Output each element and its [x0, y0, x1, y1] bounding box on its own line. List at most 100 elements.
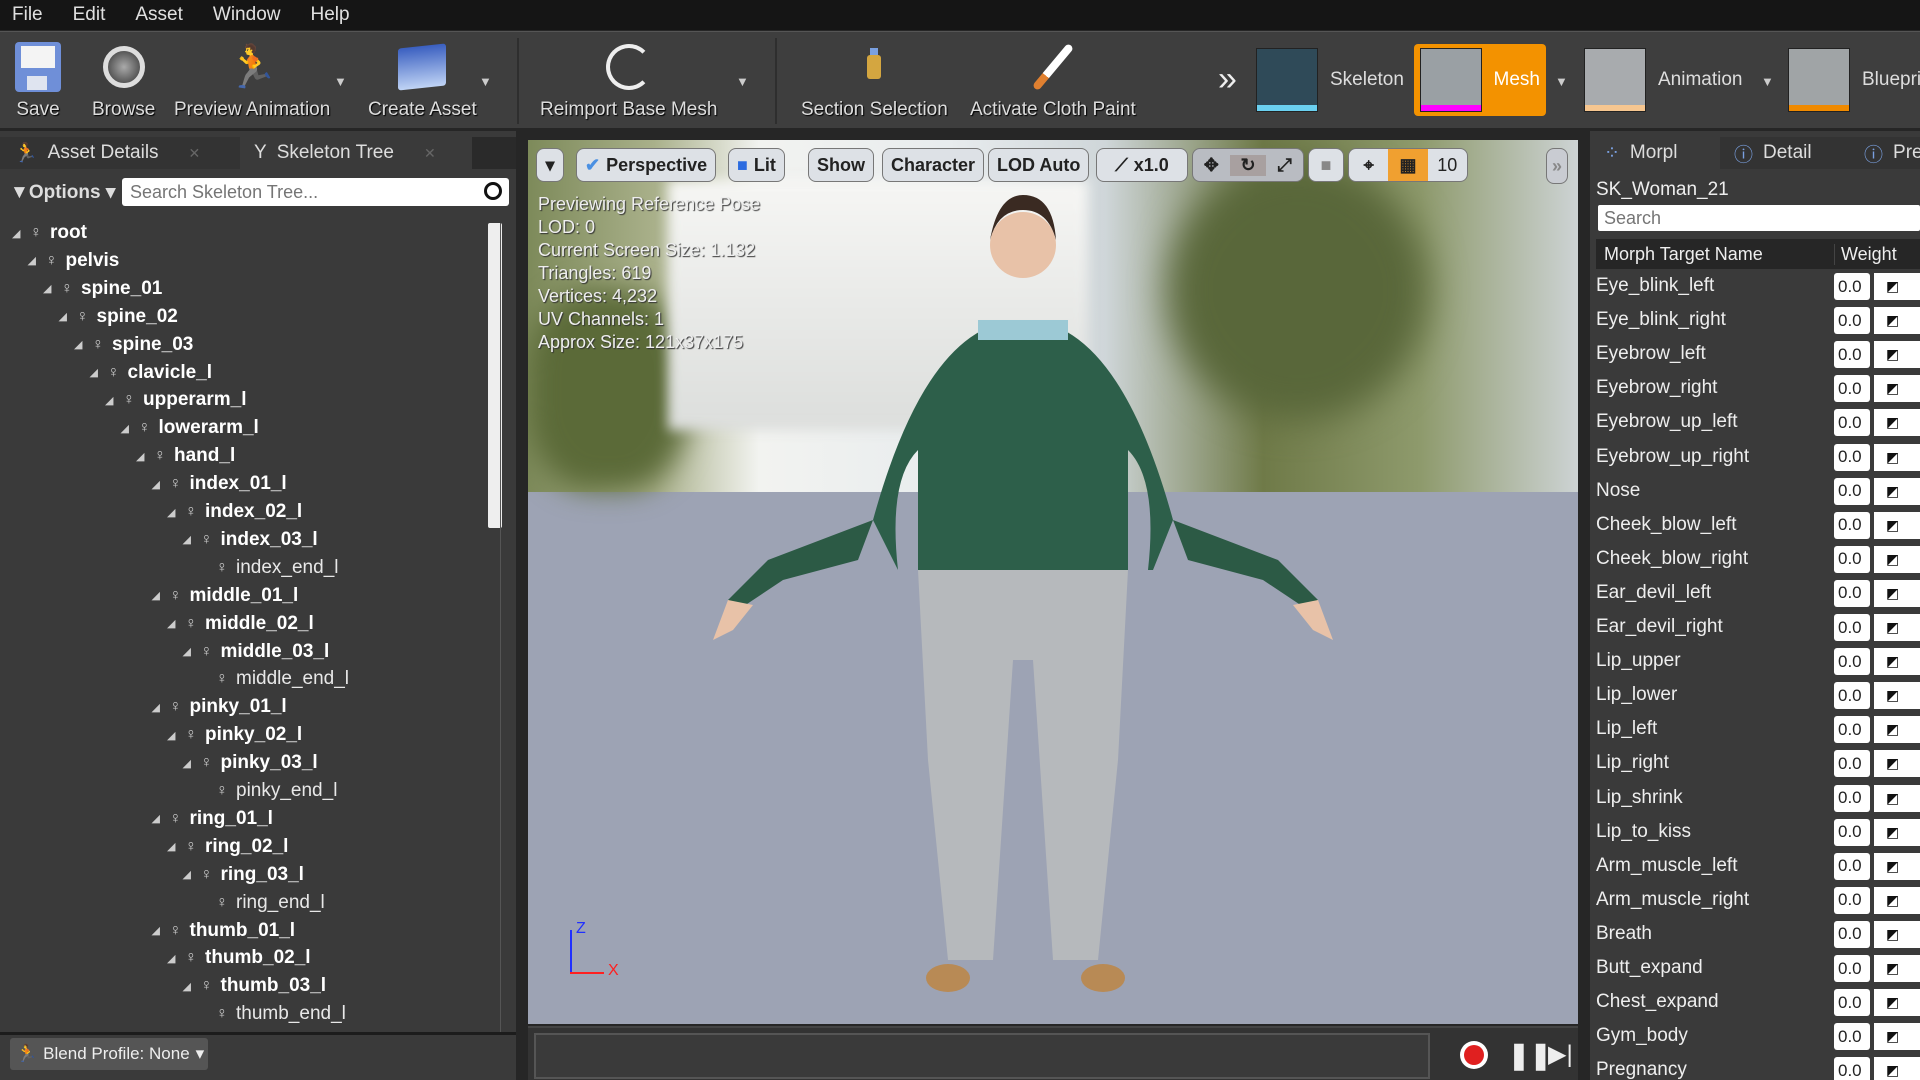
morph-weight-input[interactable]: 0.0 — [1834, 511, 1870, 539]
morph-weight-input[interactable]: 0.0 — [1834, 648, 1870, 676]
morph-weight-input[interactable]: 0.0 — [1834, 852, 1870, 880]
toolbar-overflow-button[interactable]: » — [1218, 60, 1237, 99]
weight-slider-handle-icon[interactable]: ◩ — [1874, 648, 1920, 676]
viewport-options-dropdown[interactable]: ▾ — [536, 148, 564, 182]
translate-icon[interactable]: ✥ — [1193, 155, 1230, 176]
bone-row[interactable]: ♀ pinky_end_l — [198, 777, 337, 805]
bone-row[interactable]: ◢ ♀ pinky_01_l — [152, 693, 287, 721]
blueprint-asset-button[interactable]: Bluepri — [1782, 44, 1920, 116]
expand-arrow-icon[interactable]: ◢ — [183, 868, 197, 881]
bone-row[interactable]: ◢ ♀ thumb_01_l — [152, 917, 296, 945]
perspective-button[interactable]: ✔ Perspective — [576, 148, 717, 182]
expand-arrow-icon[interactable]: ◢ — [28, 254, 42, 267]
morph-search-input[interactable] — [1598, 205, 1920, 231]
menu-edit[interactable]: Edit — [73, 4, 106, 26]
weight-slider-handle-icon[interactable]: ◩ — [1874, 852, 1920, 880]
record-button[interactable] — [1460, 1041, 1488, 1069]
bone-row[interactable]: ◢ ♀ clavicle_l — [90, 359, 213, 387]
menu-file[interactable]: File — [12, 4, 43, 26]
weight-slider-handle-icon[interactable]: ◩ — [1874, 477, 1920, 505]
morph-weight-input[interactable]: 0.0 — [1834, 750, 1870, 778]
animation-asset-button[interactable]: Animation — [1578, 44, 1749, 116]
bone-row[interactable]: ◢ ♀ lowerarm_l — [121, 414, 259, 442]
weight-slider-handle-icon[interactable]: ◩ — [1874, 341, 1920, 369]
tab-asset-details[interactable]: 🏃 Asset Details ✕ — [0, 137, 240, 169]
playback-speed-button[interactable]: ⟋ x1.0 — [1096, 148, 1188, 182]
snap-icon[interactable]: ⌖ — [1349, 155, 1388, 176]
expand-arrow-icon[interactable]: ◢ — [167, 729, 181, 742]
bone-row[interactable]: ◢ ♀ pinky_03_l — [183, 749, 318, 777]
timeline-scrubber[interactable] — [534, 1033, 1430, 1079]
morph-weight-input[interactable]: 0.0 — [1834, 955, 1870, 982]
tab-preview-settings[interactable]: ⓘ Pre — [1850, 137, 1920, 169]
expand-arrow-icon[interactable]: ◢ — [59, 310, 73, 323]
bone-row[interactable]: ◢ ♀ root — [12, 219, 87, 247]
morph-weight-input[interactable]: 0.0 — [1834, 716, 1870, 744]
weight-slider-handle-icon[interactable]: ◩ — [1874, 818, 1920, 846]
expand-arrow-icon[interactable]: ◢ — [152, 589, 166, 602]
morph-weight-input[interactable]: 0.0 — [1834, 477, 1870, 505]
bone-row[interactable]: ◢ ♀ ring_01_l — [152, 805, 273, 833]
column-header-weight[interactable]: Weight — [1834, 243, 1897, 265]
weight-slider-handle-icon[interactable]: ◩ — [1874, 273, 1920, 300]
weight-slider-handle-icon[interactable]: ◩ — [1874, 307, 1920, 335]
morph-weight-input[interactable]: 0.0 — [1834, 614, 1870, 641]
morph-weight-input[interactable]: 0.0 — [1834, 989, 1870, 1017]
bone-row[interactable]: ◢ ♀ thumb_02_l — [167, 944, 311, 972]
mesh-dropdown[interactable]: ▼ — [1555, 74, 1568, 89]
section-selection-button[interactable]: Section Selection — [801, 32, 948, 129]
close-icon[interactable]: ✕ — [424, 145, 436, 162]
menu-help[interactable]: Help — [310, 4, 349, 26]
bone-row[interactable]: ♀ index_end_l — [198, 554, 338, 582]
browse-button[interactable]: Browse — [92, 32, 155, 129]
weight-slider-handle-icon[interactable]: ◩ — [1874, 409, 1920, 437]
weight-slider-handle-icon[interactable]: ◩ — [1874, 920, 1920, 948]
morph-weight-input[interactable]: 0.0 — [1834, 443, 1870, 471]
bone-row[interactable]: ◢ ♀ thumb_03_l — [183, 972, 327, 1000]
morph-weight-input[interactable]: 0.0 — [1834, 886, 1870, 914]
morph-weight-input[interactable]: 0.0 — [1834, 307, 1870, 335]
weight-slider-handle-icon[interactable]: ◩ — [1874, 716, 1920, 744]
bone-row[interactable]: ◢ ♀ middle_01_l — [152, 582, 299, 610]
morph-weight-input[interactable]: 0.0 — [1834, 409, 1870, 437]
menu-window[interactable]: Window — [213, 4, 281, 26]
expand-arrow-icon[interactable]: ◢ — [152, 478, 166, 491]
morph-weight-input[interactable]: 0.0 — [1834, 375, 1870, 403]
bone-row[interactable]: ◢ ♀ spine_03 — [74, 331, 193, 359]
expand-arrow-icon[interactable]: ◢ — [167, 506, 181, 519]
morph-weight-input[interactable]: 0.0 — [1834, 1023, 1870, 1051]
expand-arrow-icon[interactable]: ◢ — [136, 450, 150, 463]
bone-row[interactable]: ◢ ♀ index_01_l — [152, 470, 287, 498]
morph-weight-input[interactable]: 0.0 — [1834, 545, 1870, 573]
morph-weight-input[interactable]: 0.0 — [1834, 784, 1870, 812]
bone-row[interactable]: ♀ ring_end_l — [198, 889, 325, 917]
blend-profile-dropdown[interactable]: 🏃 Blend Profile: None ▾ — [10, 1038, 208, 1070]
column-header-name[interactable]: Morph Target Name — [1596, 244, 1834, 265]
weight-slider-handle-icon[interactable]: ◩ — [1874, 886, 1920, 914]
weight-slider-handle-icon[interactable]: ◩ — [1874, 955, 1920, 982]
weight-slider-handle-icon[interactable]: ◩ — [1874, 1023, 1920, 1051]
weight-slider-handle-icon[interactable]: ◩ — [1874, 511, 1920, 539]
show-button[interactable]: Show — [808, 148, 874, 182]
bone-row[interactable]: ◢ ♀ hand_l — [136, 442, 235, 470]
morph-weight-input[interactable]: 0.0 — [1834, 920, 1870, 948]
preview-animation-button[interactable]: 🏃 Preview Animation — [174, 32, 330, 129]
tab-morph-target-preview[interactable]: ⁘ Morpl — [1590, 137, 1720, 169]
viewport-toolbar-expand[interactable]: » — [1546, 148, 1568, 184]
tab-details[interactable]: ⓘ Detail — [1720, 137, 1850, 169]
reimport-base-mesh-button[interactable]: Reimport Base Mesh — [540, 32, 717, 129]
lit-button[interactable]: ■ Lit — [728, 148, 785, 182]
expand-arrow-icon[interactable]: ◢ — [74, 338, 88, 351]
skeleton-asset-button[interactable]: Skeleton — [1250, 44, 1410, 116]
expand-arrow-icon[interactable]: ◢ — [167, 952, 181, 965]
bone-row[interactable]: ◢ ♀ index_03_l — [183, 526, 318, 554]
weight-slider-handle-icon[interactable]: ◩ — [1874, 375, 1920, 403]
animation-dropdown[interactable]: ▼ — [1761, 74, 1774, 89]
create-asset-dropdown[interactable]: ▼ — [479, 74, 492, 89]
bone-row[interactable]: ◢ ♀ index_02_l — [167, 498, 302, 526]
weight-slider-handle-icon[interactable]: ◩ — [1874, 443, 1920, 471]
grid-icon[interactable]: ▦ — [1388, 149, 1428, 181]
tab-skeleton-tree[interactable]: Y Skeleton Tree ✕ — [240, 137, 472, 169]
expand-arrow-icon[interactable]: ◢ — [167, 840, 181, 853]
world-local-toggle[interactable]: ■ — [1308, 148, 1344, 182]
